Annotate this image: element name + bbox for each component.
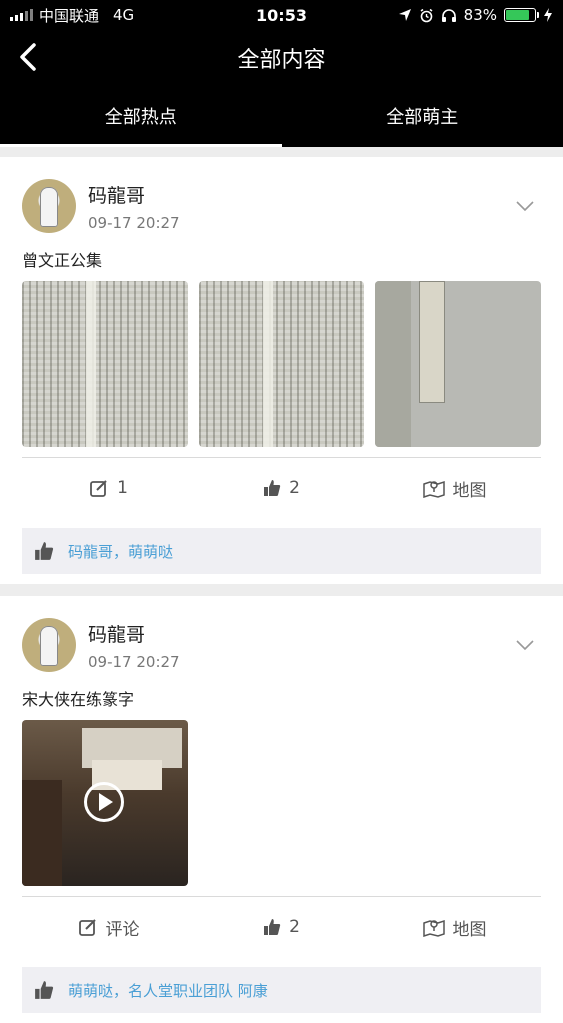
status-time: 10:53 [256,6,307,25]
carrier-name: 中国联通 [39,5,99,26]
spacer [0,147,563,157]
post-header: 码龍哥 09-17 20:27 [22,157,541,233]
username[interactable]: 码龍哥 [88,620,180,647]
thumbs-up-icon [34,980,54,1000]
user-meta: 码龍哥 09-17 20:27 [88,618,180,671]
back-button[interactable] [16,42,40,72]
avatar[interactable] [22,618,76,672]
alarm-icon [419,8,434,23]
post-image[interactable] [199,281,365,447]
tab-label: 全部萌主 [386,103,458,129]
image-grid [22,281,541,447]
battery-percent: 83% [464,6,497,24]
post-card: 码龍哥 09-17 20:27 曾文正公集 1 2 地图 码龍哥，萌萌哒 [0,157,563,584]
status-left: 中国联通 4G [10,5,134,26]
map-icon [423,478,445,498]
avatar[interactable] [22,179,76,233]
signal-icon [10,9,33,21]
liked-by-box: 萌萌哒，名人堂职业团队 阿康 [22,967,541,1013]
tab-label: 全部热点 [105,103,177,129]
like-count: 2 [289,917,300,937]
chevron-down-icon[interactable] [515,199,535,213]
map-button[interactable]: 地图 [368,476,541,501]
page-title: 全部内容 [237,42,325,74]
status-bar: 中国联通 4G 10:53 83% [0,0,563,30]
comment-count: 1 [117,478,128,498]
map-button[interactable]: 地图 [368,915,541,940]
username[interactable]: 码龍哥 [88,181,180,208]
tab-all-hosts[interactable]: 全部萌主 [282,85,563,147]
chevron-down-icon[interactable] [515,638,535,652]
tab-all-hot[interactable]: 全部热点 [0,85,282,147]
spacer [0,584,563,596]
action-bar: 1 2 地图 [22,458,541,518]
post-image[interactable] [375,281,541,447]
headphones-icon [441,8,457,23]
charging-icon [543,8,553,22]
post-text: 曾文正公集 [22,247,541,271]
like-button[interactable]: 2 [195,478,368,498]
edit-icon [78,917,98,937]
thumbs-up-icon [34,541,54,561]
action-bar: 评论 2 地图 [22,897,541,957]
comment-label: 评论 [106,915,140,940]
post-header: 码龍哥 09-17 20:27 [22,596,541,672]
map-icon [423,917,445,937]
like-button[interactable]: 2 [195,917,368,937]
location-arrow-icon [398,8,412,22]
thumbs-up-icon [263,479,281,497]
edit-icon [89,478,109,498]
comment-button[interactable]: 1 [22,478,195,498]
thumbs-up-icon [263,918,281,936]
post-time: 09-17 20:27 [88,653,180,671]
battery-icon [504,8,536,22]
user-meta: 码龍哥 09-17 20:27 [88,179,180,232]
video-container [22,720,541,886]
post-image[interactable] [22,281,188,447]
post-video[interactable] [22,720,188,886]
map-label: 地图 [453,476,487,501]
liked-by-names[interactable]: 萌萌哒，名人堂职业团队 阿康 [68,980,268,1001]
play-icon[interactable] [84,782,124,822]
status-right: 83% [398,6,553,24]
liked-by-names[interactable]: 码龍哥，萌萌哒 [68,541,173,562]
nav-bar: 全部内容 [0,30,563,85]
network-type: 4G [113,6,134,24]
map-label: 地图 [453,915,487,940]
tab-bar: 全部热点 全部萌主 [0,85,563,147]
post-text: 宋大侠在练篆字 [22,686,541,710]
post-time: 09-17 20:27 [88,214,180,232]
post-card: 码龍哥 09-17 20:27 宋大侠在练篆字 评论 2 地图 萌萌哒，名人堂职… [0,596,563,1023]
like-count: 2 [289,478,300,498]
comment-button[interactable]: 评论 [22,915,195,940]
liked-by-box: 码龍哥，萌萌哒 [22,528,541,574]
